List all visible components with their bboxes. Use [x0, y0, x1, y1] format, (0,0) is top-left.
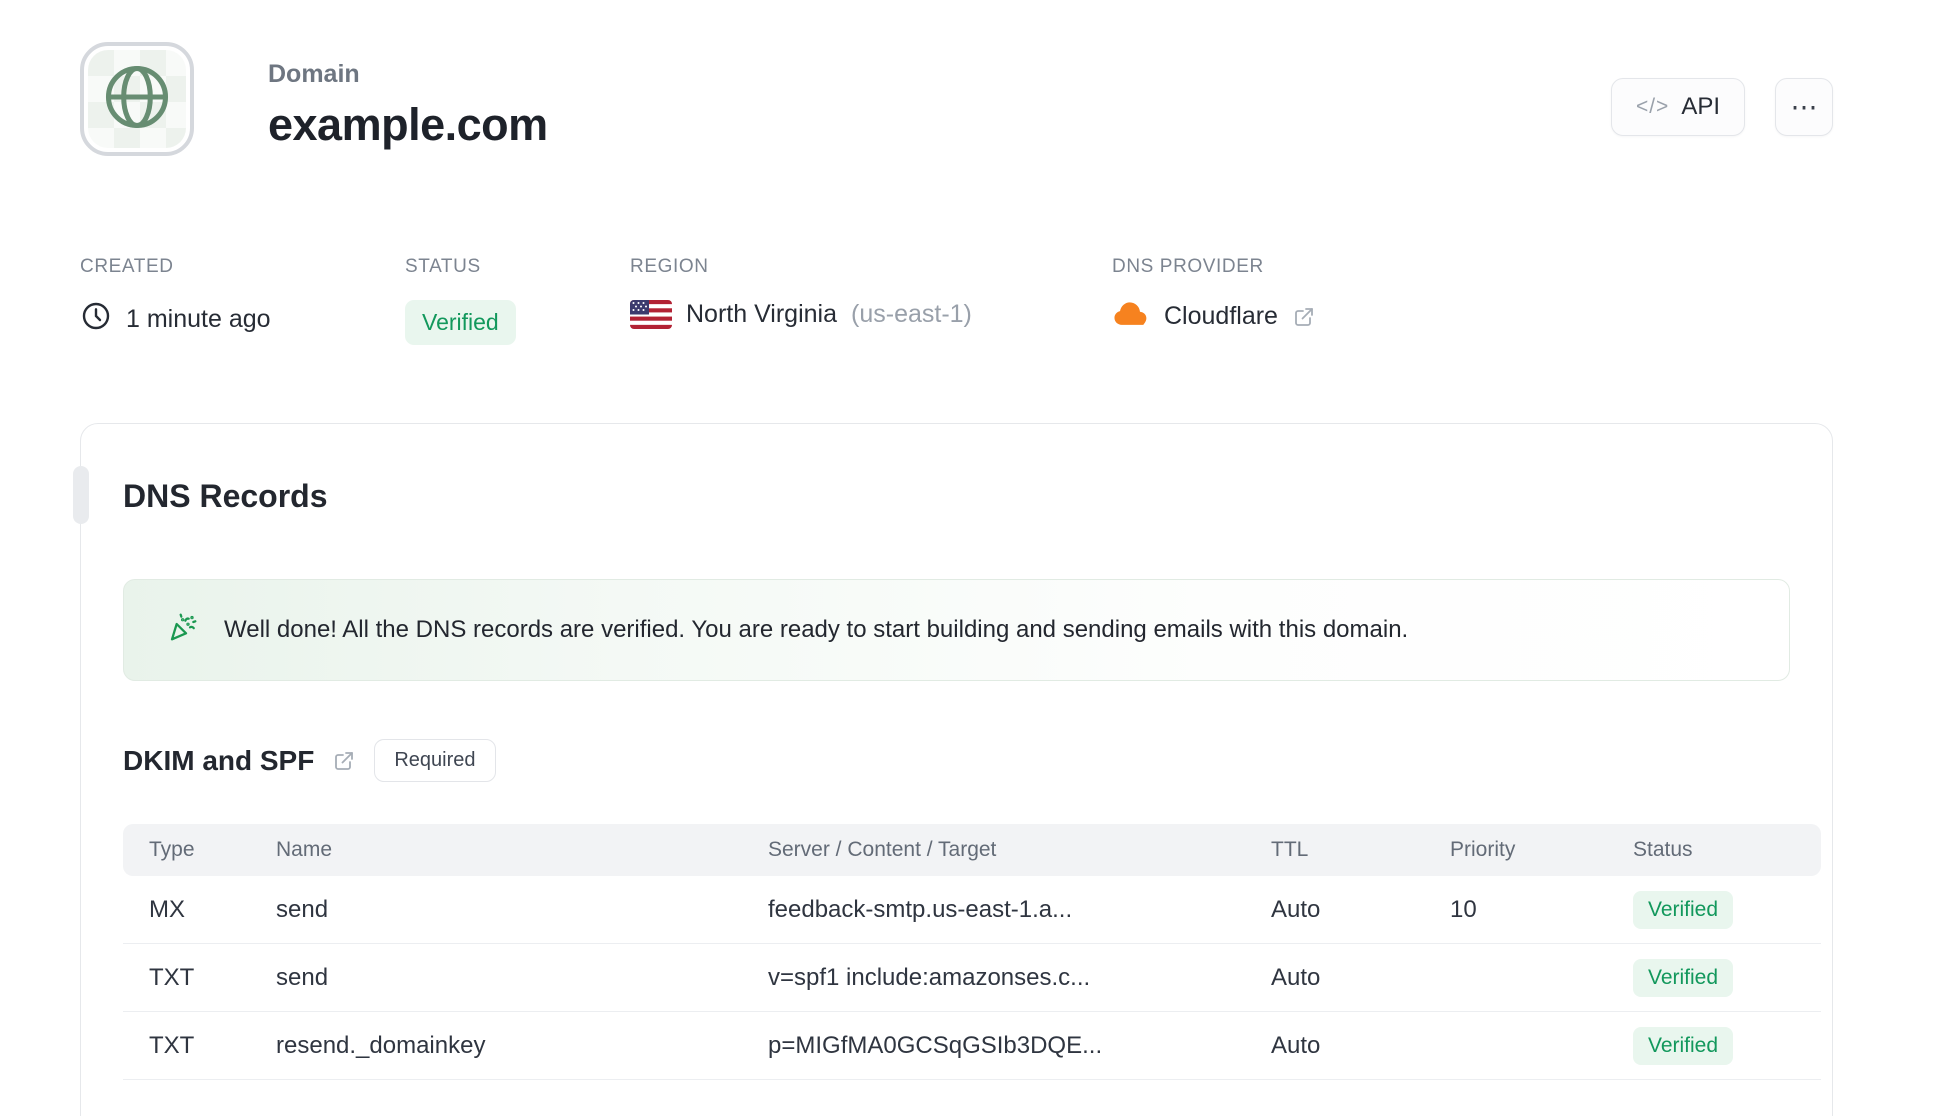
- cell-ttl: Auto: [1271, 895, 1321, 923]
- cell-content: p=MIGfMA0GCSqGSIb3DQE...: [768, 1031, 1103, 1059]
- dns-records-card: DNS Records Well done! All the DNS recor…: [73, 423, 1833, 1116]
- col-priority: Priority: [1450, 838, 1516, 861]
- cell-ttl: Auto: [1271, 1031, 1321, 1059]
- dns-provider-value: Cloudflare: [1164, 302, 1278, 330]
- dkim-spf-title: DKIM and SPF: [123, 744, 315, 776]
- table-row: MX send feedback-smtp.us-east-1.a... Aut…: [123, 876, 1821, 944]
- cell-status: Verified: [1633, 958, 1795, 997]
- clock-icon: [80, 300, 112, 339]
- cell-type: TXT: [149, 1031, 195, 1059]
- header-actions: </> API ⋯: [1610, 78, 1833, 136]
- external-link-icon[interactable]: [1292, 305, 1316, 329]
- row-status-badge: Verified: [1633, 958, 1734, 997]
- cell-status: Verified: [1633, 1026, 1795, 1065]
- created-value: 1 minute ago: [126, 305, 271, 333]
- dns-provider-label: DNS PROVIDER: [1112, 256, 1264, 277]
- domain-avatar: [80, 42, 194, 156]
- dns-table-header: Type Name Server / Content / Target TTL …: [123, 824, 1821, 876]
- table-body: MX send feedback-smtp.us-east-1.a... Aut…: [123, 876, 1821, 1080]
- required-badge: Required: [374, 739, 496, 782]
- col-status: Status: [1633, 838, 1693, 861]
- status-label: STATUS: [405, 256, 481, 277]
- banner-text: Well done! All the DNS records are verif…: [224, 616, 1409, 643]
- table-row: TXT send v=spf1 include:amazonses.c... A…: [123, 944, 1821, 1012]
- globe-icon: [99, 59, 175, 140]
- code-icon: </>: [1635, 95, 1670, 118]
- created-label: CREATED: [80, 256, 174, 277]
- table-row: TXT resend._domainkey p=MIGfMA0GCSqGSIb3…: [123, 1012, 1821, 1080]
- region-name: North Virginia: [686, 300, 838, 328]
- meta-row: CREATED 1 minute ago STATUS Verified REG…: [0, 256, 1944, 356]
- cloudflare-icon: [1112, 300, 1150, 333]
- meta-dns-provider: DNS PROVIDER Cloudflare: [1112, 256, 1316, 333]
- more-button[interactable]: ⋯: [1775, 78, 1833, 136]
- api-button-label: API: [1681, 93, 1720, 120]
- meta-created: CREATED 1 minute ago: [80, 256, 271, 339]
- meta-region: REGION North Virginia (us-east-1): [630, 256, 972, 329]
- col-type: Type: [149, 838, 195, 861]
- col-name: Name: [276, 838, 333, 861]
- card-title: DNS Records: [123, 478, 328, 514]
- cell-name: send: [276, 963, 329, 991]
- meta-status: STATUS Verified: [405, 256, 516, 345]
- success-banner: Well done! All the DNS records are verif…: [123, 579, 1790, 681]
- domain-avatar-bg: [88, 50, 186, 148]
- party-popper-icon: [166, 612, 198, 649]
- cell-ttl: Auto: [1271, 963, 1321, 991]
- api-button[interactable]: </> API: [1610, 78, 1745, 136]
- cell-name: send: [276, 895, 329, 923]
- status-badge: Verified: [405, 300, 516, 345]
- col-content: Server / Content / Target: [768, 838, 997, 861]
- cell-type: TXT: [149, 963, 195, 991]
- cell-priority: 10: [1450, 895, 1477, 923]
- dkim-spf-section-head: DKIM and SPF Required: [123, 739, 1790, 782]
- card-notch: [73, 466, 89, 524]
- row-status-badge: Verified: [1633, 1026, 1734, 1065]
- dns-table: Type Name Server / Content / Target TTL …: [123, 824, 1821, 1080]
- us-flag-icon: [630, 300, 672, 329]
- page-title: example.com: [268, 99, 548, 150]
- dkim-external-link-icon[interactable]: [332, 749, 356, 773]
- region-code: (us-east-1): [851, 300, 972, 328]
- page-kicker: Domain: [268, 60, 360, 88]
- region-label: REGION: [630, 256, 709, 277]
- cell-name: resend._domainkey: [276, 1031, 486, 1059]
- cell-content: v=spf1 include:amazonses.c...: [768, 963, 1091, 991]
- row-status-badge: Verified: [1633, 890, 1734, 929]
- col-ttl: TTL: [1271, 838, 1309, 861]
- title-block: Domain example.com: [268, 60, 548, 151]
- ellipsis-icon: ⋯: [1790, 91, 1818, 122]
- domain-detail-page: Domain example.com </> API ⋯ CREATED 1 m…: [0, 0, 1944, 1116]
- cell-type: MX: [149, 895, 185, 923]
- cell-content: feedback-smtp.us-east-1.a...: [768, 895, 1073, 923]
- cell-status: Verified: [1633, 890, 1795, 929]
